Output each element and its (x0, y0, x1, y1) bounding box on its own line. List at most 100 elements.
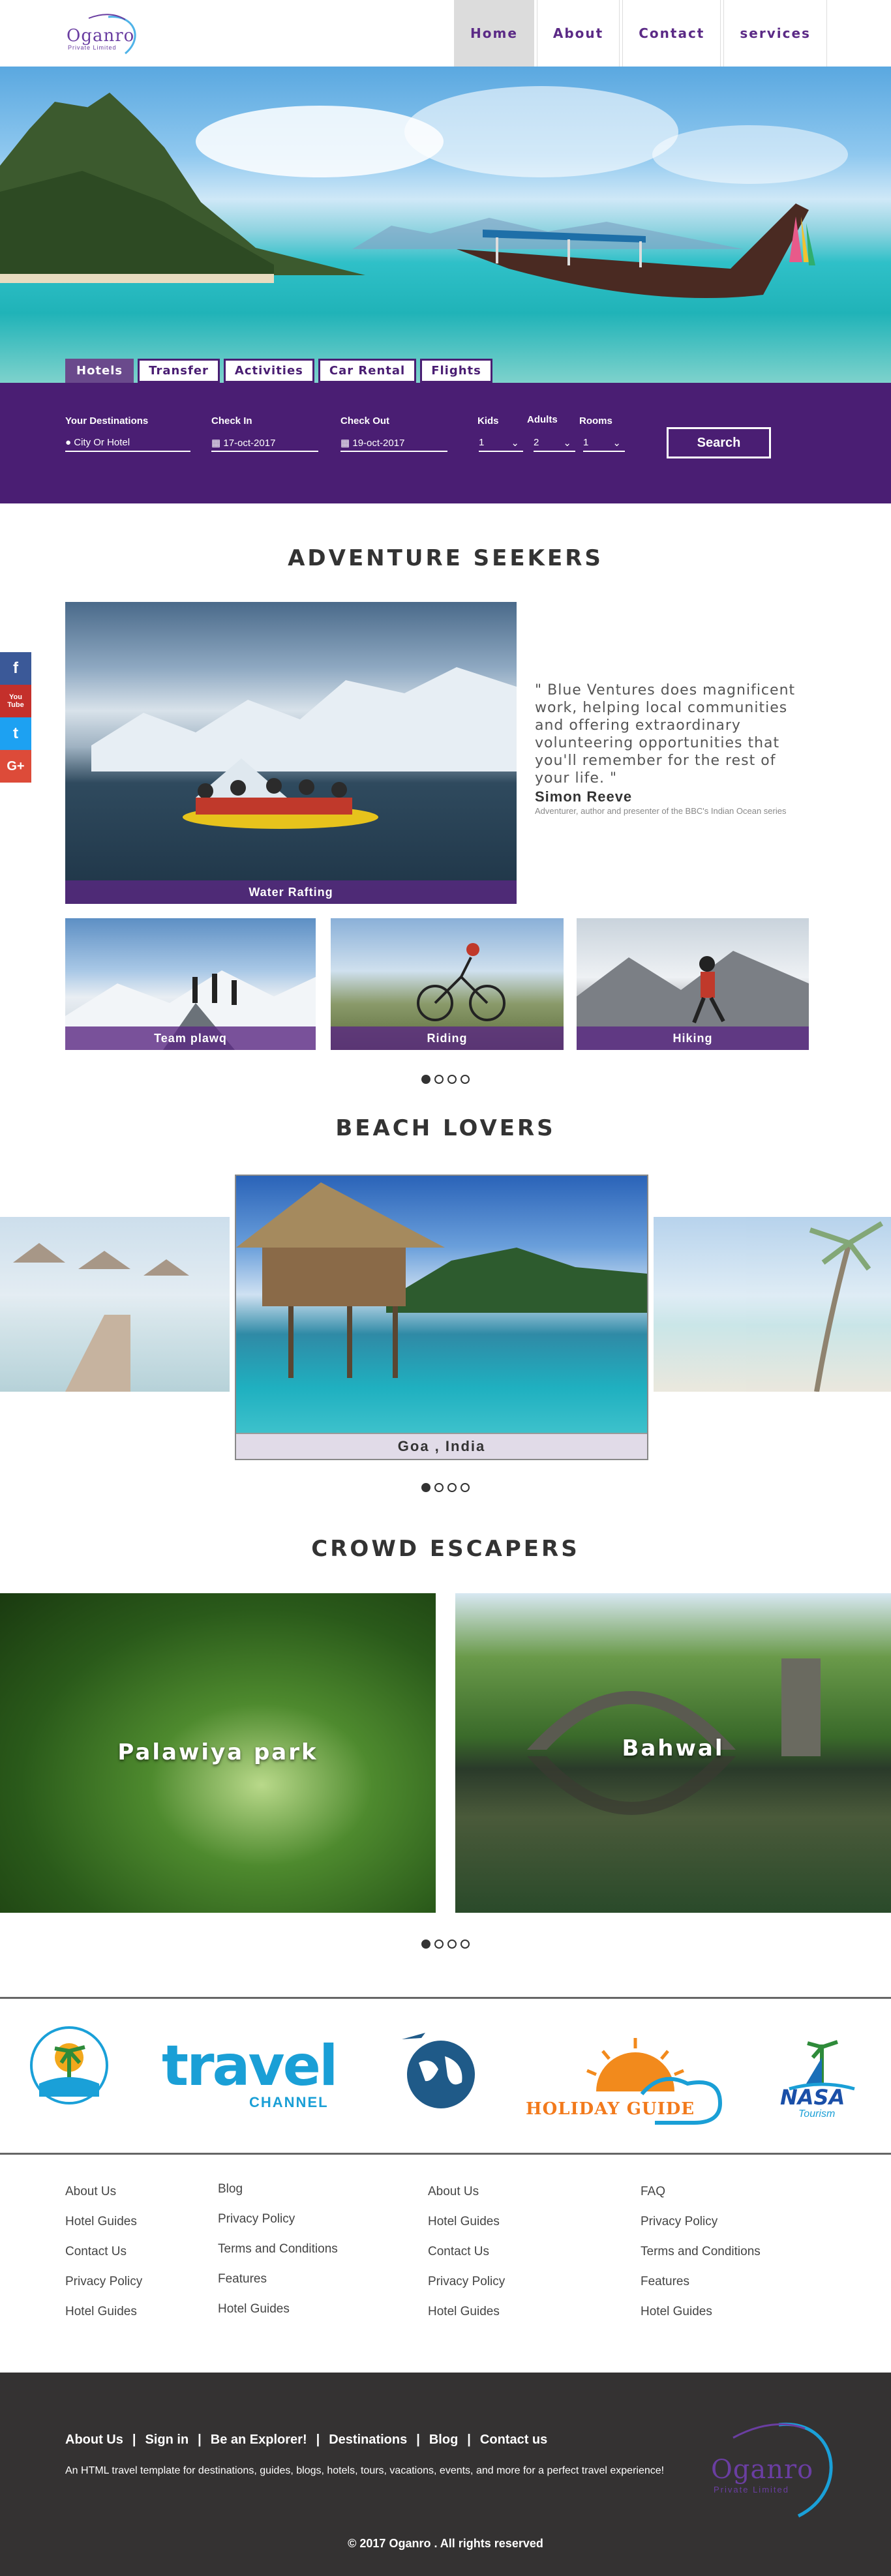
footer-link[interactable]: Hotel Guides (428, 2305, 505, 2335)
tab-flights[interactable]: Flights (420, 359, 492, 383)
carousel-dot[interactable] (421, 1483, 430, 1492)
overwater-bungalows-illustration (13, 1243, 189, 1392)
carousel-dot[interactable] (461, 1483, 470, 1492)
checkin-field[interactable]: ▦ 17-oct-2017 (211, 435, 318, 452)
carousel-dot[interactable] (421, 1939, 430, 1949)
footer-link[interactable]: Privacy Policy (65, 2275, 142, 2305)
footer-link[interactable]: About Us (428, 2185, 505, 2215)
palawiya-park-photo[interactable]: Palawiya park (0, 1593, 436, 1913)
carousel-dot[interactable] (461, 1939, 470, 1949)
footer-link[interactable]: Terms and Conditions (641, 2245, 761, 2275)
footer-link[interactable]: Contact Us (65, 2245, 142, 2275)
brand-logo[interactable]: Oganro Private Limited (63, 12, 147, 59)
calendar-icon: ▦ (340, 438, 350, 449)
photo-caption: Riding (331, 1026, 564, 1050)
carousel-dot[interactable] (421, 1075, 430, 1084)
holiday-guide-text: HOLIDAY GUIDE (526, 2099, 695, 2119)
tab-activities[interactable]: Activities (223, 359, 314, 383)
footer-link[interactable]: Contact Us (428, 2245, 505, 2275)
footer-link[interactable]: Privacy Policy (428, 2275, 505, 2305)
palm-island-logo-icon[interactable] (29, 2025, 110, 2106)
nav-services[interactable]: services (723, 0, 827, 67)
kids-select[interactable]: 1 ⌄ (479, 435, 523, 452)
photo-caption: Hiking (577, 1026, 809, 1050)
rooms-select[interactable]: 1 ⌄ (583, 435, 625, 452)
footer-link[interactable]: Hotel Guides (428, 2215, 505, 2245)
testimonial-author: Simon Reeve (535, 788, 633, 805)
chevron-down-icon: ⌄ (563, 438, 571, 449)
carousel-dot[interactable] (434, 1483, 444, 1492)
footer-nav-signin[interactable]: Sign in (145, 2433, 189, 2448)
carousel-dot[interactable] (434, 1939, 444, 1949)
water-rafting-photo[interactable]: Water Rafting (65, 602, 517, 904)
footer-link[interactable]: FAQ (641, 2185, 761, 2215)
carousel-dot[interactable] (461, 1075, 470, 1084)
globe-plane-logo-icon[interactable] (399, 2030, 480, 2111)
search-button[interactable]: Search (667, 427, 771, 458)
nav-about[interactable]: About (536, 0, 620, 67)
hero-banner: Hotels Transfer Activities Car Rental Fl… (0, 67, 891, 383)
footer-link[interactable]: Hotel Guides (65, 2215, 142, 2245)
youtube-icon[interactable]: You Tube (0, 685, 31, 717)
footer-nav-destinations[interactable]: Destinations (329, 2433, 407, 2448)
tab-car-rental[interactable]: Car Rental (318, 359, 417, 383)
travel-channel-logo[interactable]: travel CHANNEL (162, 2033, 338, 2110)
nav-contact[interactable]: Contact (622, 0, 721, 67)
chevron-down-icon: ⌄ (511, 438, 519, 449)
footer-link[interactable]: Features (641, 2275, 761, 2305)
cloud-shape (196, 106, 444, 177)
carousel-dot[interactable] (447, 1483, 457, 1492)
destination-placeholder: City Or Hotel (74, 437, 130, 448)
carousel-dot[interactable] (434, 1075, 444, 1084)
beach-photo-main[interactable]: Goa , India (235, 1175, 648, 1460)
social-sidebar: f You Tube t G+ (0, 652, 31, 783)
carousel-dot[interactable] (447, 1075, 457, 1084)
footer-link[interactable]: Terms and Conditions (218, 2242, 338, 2272)
chevron-down-icon: ⌄ (612, 438, 621, 449)
footer-nav-explorer[interactable]: Be an Explorer! (211, 2433, 307, 2448)
travel-logo-sub: CHANNEL (249, 2094, 329, 2110)
footer-nav-blog[interactable]: Blog (429, 2433, 458, 2448)
footer-nav-contact[interactable]: Contact us (480, 2433, 547, 2448)
footer-nav-about[interactable]: About Us (65, 2433, 123, 2448)
footer-link[interactable]: Privacy Policy (641, 2215, 761, 2245)
beach-sand (0, 274, 274, 283)
footer-link[interactable]: Blog (218, 2182, 338, 2212)
nasa-logo-text: NASA (780, 2085, 845, 2110)
copyright: © 2017 Oganro . All rights reserved (348, 2537, 543, 2550)
nasa-tourism-logo[interactable]: NASA Tourism (776, 2038, 868, 2129)
footer-description: An HTML travel template for destinations… (65, 2465, 665, 2476)
team-photo[interactable]: Team plawq (65, 918, 316, 1050)
footer-link[interactable]: About Us (65, 2185, 142, 2215)
footer-link[interactable]: Hotel Guides (641, 2305, 761, 2335)
holiday-guide-logo[interactable]: HOLIDAY GUIDE (524, 2031, 734, 2129)
hiking-photo[interactable]: Hiking (577, 918, 809, 1050)
footer-link[interactable]: Features (218, 2272, 338, 2302)
logo-tagline: Private Limited (714, 2485, 789, 2494)
footer-link[interactable]: Hotel Guides (65, 2305, 142, 2335)
beach-photo-left[interactable] (0, 1217, 230, 1392)
site-footer: About Us | Sign in | Be an Explorer! | D… (0, 2373, 891, 2576)
footer-link[interactable]: Hotel Guides (218, 2302, 338, 2332)
search-tabs: Hotels Transfer Activities Car Rental Fl… (65, 359, 492, 383)
photo-caption: Bahwal (622, 1735, 725, 1761)
footer-link[interactable]: Privacy Policy (218, 2212, 338, 2242)
bahwal-photo[interactable]: Bahwal (455, 1593, 891, 1913)
riding-photo[interactable]: Riding (331, 918, 564, 1050)
facebook-icon[interactable]: f (0, 652, 31, 685)
travel-logo-text: travel (162, 2033, 338, 2099)
beach-photo-right[interactable] (654, 1217, 891, 1392)
tab-transfer[interactable]: Transfer (138, 359, 220, 383)
footer-brand-logo[interactable]: Oganro Private Limited (707, 2418, 857, 2523)
carousel-dot[interactable] (447, 1939, 457, 1949)
adventure-title: ADVENTURE SEEKERS (288, 545, 603, 571)
adults-select[interactable]: 2 ⌄ (534, 435, 575, 452)
destination-input[interactable]: ● City Or Hotel (65, 435, 190, 452)
location-pin-icon: ● (65, 437, 72, 448)
twitter-icon[interactable]: t (0, 717, 31, 750)
footer-nav: About Us | Sign in | Be an Explorer! | D… (65, 2433, 547, 2448)
nav-home[interactable]: Home (454, 0, 534, 67)
google-plus-icon[interactable]: G+ (0, 750, 31, 783)
checkout-field[interactable]: ▦ 19-oct-2017 (340, 435, 447, 452)
tab-hotels[interactable]: Hotels (65, 359, 134, 383)
